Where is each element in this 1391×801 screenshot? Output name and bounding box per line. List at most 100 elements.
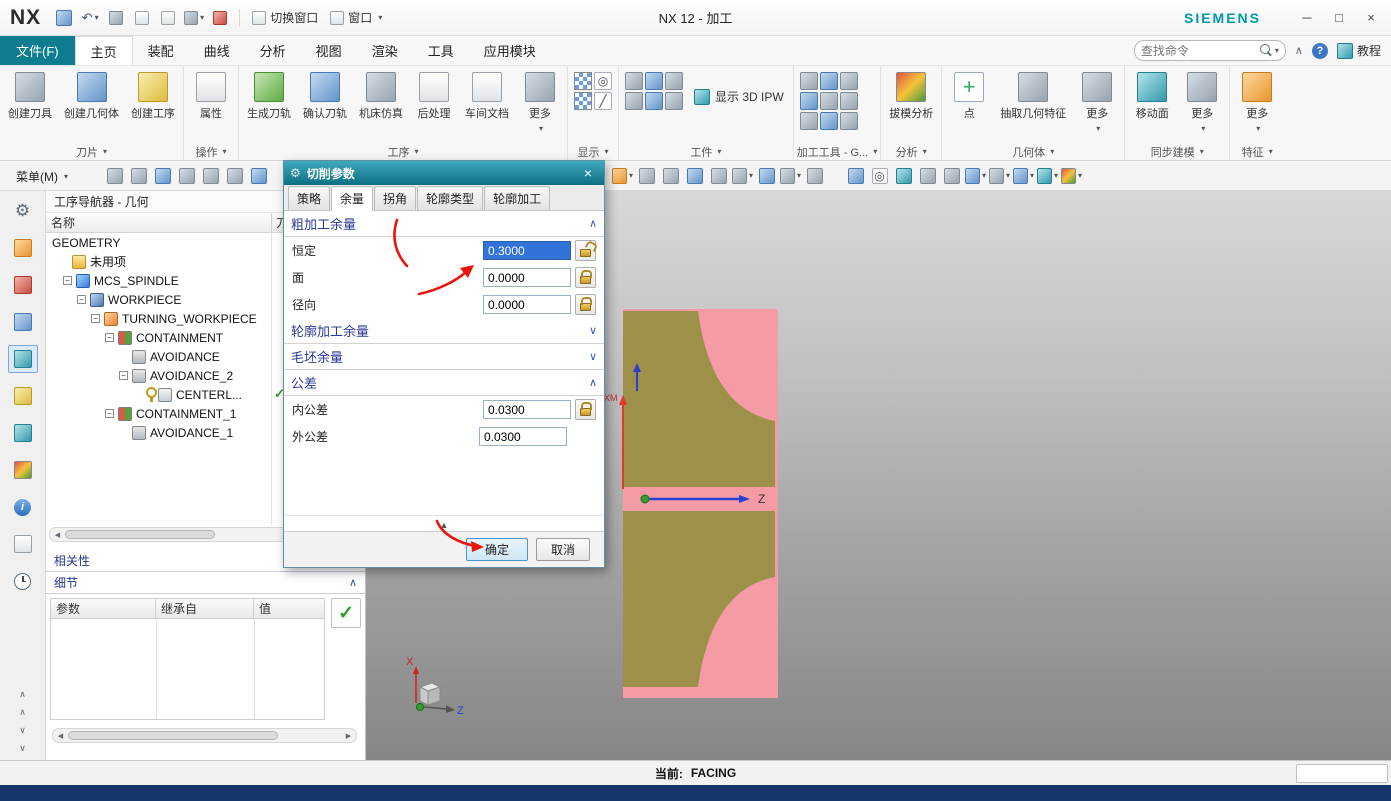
undo-button[interactable]: ↶ ▾ [79, 7, 101, 29]
tab-view[interactable]: 视图 [301, 36, 357, 65]
shop-documentation-button[interactable]: 车间文档 [460, 68, 514, 123]
check-geometry-icon[interactable] [665, 72, 683, 90]
measure-icon[interactable] [804, 165, 825, 186]
lock-button[interactable] [575, 267, 596, 288]
notes-button[interactable] [8, 530, 38, 558]
constant-stock-input[interactable] [483, 241, 571, 260]
operation-navigator-button[interactable] [7, 345, 38, 373]
move-face-button[interactable]: 移动面 [1128, 68, 1176, 123]
split-icon[interactable] [708, 165, 729, 186]
group-label-geometry[interactable]: 几何体 ▾ [945, 143, 1121, 160]
switch-window-button[interactable]: 切换窗口 [248, 9, 322, 26]
tab-strategy[interactable]: 策略 [288, 186, 331, 210]
details-table-header[interactable]: 参数 继承自 值 [51, 599, 325, 619]
machining-tool-icon[interactable] [819, 72, 838, 90]
tab-curve[interactable]: 曲线 [189, 36, 245, 65]
close-button[interactable]: × [1357, 10, 1385, 25]
scope-filter-icon[interactable] [128, 165, 149, 186]
ipw-wireframe-icon[interactable] [574, 92, 592, 110]
point-button[interactable]: + 点 [945, 68, 993, 123]
feature-more-button[interactable]: 更多 ▾ [1233, 68, 1281, 135]
repeat-dropdown-icon[interactable]: ▾ [200, 13, 204, 22]
section-blank-stock[interactable]: 毛坯余量 ∨ [284, 344, 604, 370]
save-button[interactable] [53, 7, 75, 29]
selection-filter-icon[interactable] [104, 165, 125, 186]
resource-options-button[interactable]: ⚙ [8, 197, 38, 225]
tab-profiling[interactable]: 轮廓加工 [484, 186, 551, 210]
group-label-display[interactable]: 显示 ▾ [571, 143, 615, 160]
trim-icon[interactable] [684, 165, 705, 186]
workpiece-settings-icon[interactable] [665, 92, 683, 110]
operation-more-button[interactable]: 更多 ▾ [516, 68, 564, 135]
minimize-ribbon-icon[interactable]: ∧ [1295, 44, 1303, 57]
intersection-snap-icon[interactable] [224, 165, 245, 186]
minimize-button[interactable]: ─ [1293, 10, 1321, 25]
center-snap-icon[interactable] [248, 165, 269, 186]
paste-button[interactable] [157, 7, 179, 29]
tab-tools[interactable]: 工具 [413, 36, 469, 65]
collapse-toggle-icon[interactable]: − [63, 276, 72, 285]
constraint-navigator-button[interactable] [8, 271, 38, 299]
section-tolerance[interactable]: 公差 ∧ [284, 370, 604, 396]
edit-object-display-icon[interactable] [917, 165, 938, 186]
draft-analysis-button[interactable]: 拔模分析 [884, 68, 938, 123]
show-hide-icon[interactable] [941, 165, 962, 186]
intol-input[interactable] [483, 400, 571, 419]
point-constructor-icon[interactable] [636, 165, 657, 186]
tab-corners[interactable]: 拐角 [374, 186, 417, 210]
group-label-feature[interactable]: 特征 ▾ [1233, 143, 1281, 160]
group-label-insert[interactable]: 刀片 ▾ [3, 143, 180, 160]
part-navigator-button[interactable] [8, 308, 38, 336]
create-geometry-button[interactable]: 创建几何体 [59, 68, 124, 123]
group-label-synchronous[interactable]: 同步建模 ▾ [1128, 143, 1226, 160]
grid-display-icon[interactable]: ▾ [965, 165, 986, 186]
circle-display-icon[interactable]: ◎ [869, 165, 890, 186]
history-button[interactable] [8, 567, 38, 595]
menu-button[interactable]: 菜单(M) ▾ [8, 165, 76, 188]
machine-simulation-button[interactable]: 机床仿真 [354, 68, 408, 123]
shaded-style-icon[interactable]: ▾ [1013, 165, 1034, 186]
scroll-thumb[interactable] [65, 530, 215, 539]
section-line-icon[interactable]: ╱ [594, 92, 612, 110]
show-3d-ipw-button[interactable]: 显示 3D IPW [688, 84, 790, 109]
maximize-button[interactable]: □ [1325, 10, 1353, 25]
synchronous-more-button[interactable]: 更多 ▾ [1178, 68, 1226, 135]
details-col-parameter[interactable]: 参数 [51, 599, 156, 618]
verify-toolpath-button[interactable]: 确认刀轨 [298, 68, 352, 123]
format-painter-button[interactable] [209, 7, 231, 29]
machine-navigator-button[interactable] [8, 382, 38, 410]
mirror-icon[interactable] [756, 165, 777, 186]
effects-icon[interactable]: ▾ [1061, 165, 1082, 186]
machining-tool-icon[interactable] [839, 92, 858, 110]
scroll-right-icon[interactable]: ▶ [341, 732, 356, 740]
tab-analysis[interactable]: 分析 [245, 36, 301, 65]
collapse-toggle-icon[interactable]: − [119, 371, 128, 380]
section-profile-stock[interactable]: 轮廓加工余量 ∨ [284, 318, 604, 344]
dialog-titlebar[interactable]: ⚙ 切削参数 × [284, 161, 604, 185]
outtol-input[interactable] [479, 427, 567, 446]
tab-file[interactable]: 文件(F) [0, 36, 75, 65]
repeat-command-button[interactable]: ▾ [183, 7, 205, 29]
tutorial-button[interactable]: 教程 [1336, 42, 1381, 59]
blank-geometry-icon[interactable] [625, 72, 643, 90]
assembly-navigator-button[interactable] [8, 234, 38, 262]
tab-application[interactable]: 应用模块 [469, 36, 551, 65]
refresh-icon[interactable] [893, 165, 914, 186]
panel-arrow-up-icon[interactable]: ∧ [19, 707, 26, 718]
create-operation-button[interactable]: 创建工序 [126, 68, 180, 123]
unlock-button[interactable] [575, 240, 596, 261]
pattern-icon[interactable]: ▾ [732, 165, 753, 186]
machining-tool-icon[interactable] [819, 112, 838, 130]
web-browser-button[interactable]: i [8, 493, 38, 521]
ok-button[interactable]: 确定 [466, 538, 528, 561]
midpoint-snap-icon[interactable] [200, 165, 221, 186]
sphere-display-icon[interactable]: ▾ [989, 165, 1010, 186]
postprocess-button[interactable]: 后处理 [410, 68, 458, 123]
machining-tool-icon[interactable] [839, 112, 858, 130]
lock-button[interactable] [575, 399, 596, 420]
group-label-analysis[interactable]: 分析 ▾ [884, 143, 938, 160]
properties-button[interactable]: 属性 [187, 68, 235, 123]
tab-render[interactable]: 渲染 [357, 36, 413, 65]
collapse-toggle-icon[interactable]: − [105, 409, 114, 418]
ipw-display-icon[interactable]: ▾ [612, 165, 633, 186]
